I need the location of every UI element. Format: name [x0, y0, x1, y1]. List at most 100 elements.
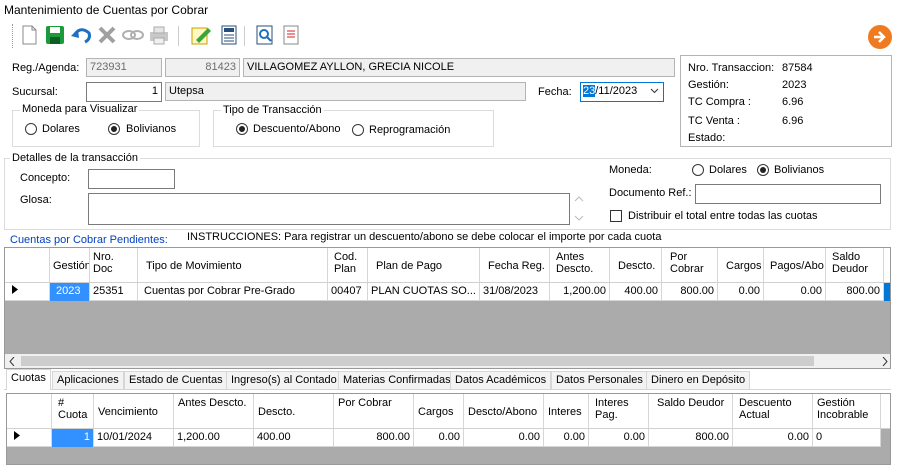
cell-descto[interactable]: 400.00 [254, 429, 334, 447]
dolares-label: Dolares [709, 164, 747, 176]
col-antes-descto[interactable]: Antes Descto. [550, 248, 610, 282]
cell-n-d[interactable] [884, 283, 890, 301]
distribuir-checkbox[interactable] [610, 210, 622, 222]
radio-descuento-abono[interactable] [236, 123, 248, 135]
cell-descuento-actual[interactable]: 0.00 [733, 429, 813, 447]
col-cargos[interactable]: Cargos [718, 248, 764, 282]
col-descto[interactable]: Descto. [254, 394, 334, 428]
col-por-cobrar[interactable]: Por Cobrar [662, 248, 718, 282]
tab-aplicaciones[interactable]: Aplicaciones [52, 371, 124, 389]
new-icon[interactable] [18, 24, 40, 46]
col-descuento-actual[interactable]: Descuento Actual [733, 394, 813, 428]
col-saldo-deudor[interactable]: Saldo Deudor [826, 248, 884, 282]
edit-icon[interactable] [190, 24, 212, 46]
col-plan-pago[interactable]: Plan de Pago [368, 248, 480, 282]
scroll-right-icon[interactable] [882, 357, 888, 366]
chevron-up-icon[interactable] [574, 195, 584, 203]
cell-descto-abono[interactable]: 0.00 [464, 429, 544, 447]
tab-datos-academicos[interactable]: Datos Académicos [450, 371, 552, 389]
toolbar-separator [244, 26, 245, 46]
cell-cargos[interactable]: 0.00 [718, 283, 764, 301]
tab-cuotas[interactable]: Cuotas [6, 369, 51, 390]
radio-bolivianos-visualizar[interactable] [108, 123, 120, 135]
cell-vencimiento[interactable]: 10/01/2024 [94, 429, 174, 447]
print-icon[interactable] [148, 24, 170, 46]
cell-tipo-movimiento[interactable]: Cuentas por Cobrar Pre-Grado [138, 283, 328, 301]
scroll-thumb[interactable] [21, 356, 814, 366]
col-antes-descto[interactable]: Antes Descto. [174, 394, 254, 428]
col-descto[interactable]: Descto. [610, 248, 662, 282]
col-gestion[interactable]: Gestión [50, 248, 90, 282]
cell-antes-descto[interactable]: 1,200.00 [174, 429, 254, 447]
detalles-title: Detalles de la transacción [10, 152, 140, 164]
radio-dolares-visualizar[interactable] [25, 123, 37, 135]
tab-estado-cuentas[interactable]: Estado de Cuentas [124, 371, 228, 389]
cell-fecha-reg[interactable]: 31/08/2023 [480, 283, 550, 301]
tab-datos-personales[interactable]: Datos Personales [551, 371, 648, 389]
col-tipo-movimiento[interactable]: Tipo de Movimiento [138, 248, 328, 282]
link-icon[interactable] [122, 24, 144, 46]
cell-interes[interactable]: 0.00 [544, 429, 589, 447]
cell-descto[interactable]: 400.00 [610, 283, 662, 301]
cell-por-cobrar[interactable]: 800.00 [334, 429, 414, 447]
col-saldo-deudor[interactable]: Saldo Deudor [649, 394, 733, 428]
sucursal-num-input[interactable]: 1 [86, 82, 162, 102]
col-cargos[interactable]: Cargos [414, 394, 464, 428]
table-row[interactable]: 2023 25351 Cuentas por Cobrar Pre-Grado … [5, 283, 890, 301]
cell-por-cobrar[interactable]: 800.00 [662, 283, 718, 301]
col-n-d[interactable]: N D [884, 248, 890, 282]
concepto-input[interactable] [88, 169, 175, 189]
col-nro-doc[interactable]: Nro. Doc [90, 248, 138, 282]
col-cuota[interactable]: # Cuota [52, 394, 94, 428]
cell-cod-plan[interactable]: 00407 [328, 283, 368, 301]
tc-compra-label: TC Compra : [688, 96, 751, 108]
tab-materias-confirmadas[interactable]: Materias Confirmadas [338, 371, 456, 389]
cell-nro-doc[interactable]: 25351 [90, 283, 138, 301]
cell-interes-pag[interactable]: 0.00 [589, 429, 649, 447]
radio-bolivianos[interactable] [757, 164, 769, 176]
preview-icon[interactable] [254, 24, 276, 46]
fecha-label: Fecha: [538, 86, 572, 98]
exit-icon[interactable] [868, 25, 892, 49]
cell-gestion-incobrable[interactable]: 0 [813, 429, 881, 447]
horizontal-scrollbar[interactable] [5, 354, 890, 368]
undo-icon[interactable] [70, 24, 92, 46]
calculator-icon[interactable] [218, 24, 240, 46]
cell-pagos-abonos[interactable]: 0.00 [764, 283, 826, 301]
glosa-textarea[interactable] [88, 193, 570, 225]
fecha-datepicker[interactable]: 23/11/2023 [580, 82, 664, 102]
save-icon[interactable] [44, 24, 66, 46]
col-vencimiento[interactable]: Vencimiento [94, 394, 174, 428]
cell-gestion[interactable]: 2023 [50, 283, 90, 301]
toolbar-grip [12, 24, 14, 48]
distribuir-label: Distribuir el total entre todas las cuot… [628, 210, 818, 222]
tab-ingresos-contado[interactable]: Ingreso(s) al Contado [226, 371, 342, 389]
report-icon[interactable] [280, 24, 302, 46]
delete-icon[interactable] [96, 24, 118, 46]
chevron-down-icon[interactable] [574, 214, 584, 222]
col-cod-plan[interactable]: Cod. Plan [328, 248, 368, 282]
reg-num-field: 81423 [165, 58, 240, 77]
col-interes[interactable]: Interes [544, 394, 589, 428]
col-por-cobrar[interactable]: Por Cobrar [334, 394, 414, 428]
glosa-scroll[interactable] [573, 193, 585, 225]
cell-cargos[interactable]: 0.00 [414, 429, 464, 447]
col-pagos-abonos[interactable]: Pagos/Abo [764, 248, 826, 282]
cell-plan-pago[interactable]: PLAN CUOTAS SO... [368, 283, 480, 301]
radio-dolares[interactable] [692, 164, 704, 176]
radio-reprogramacion[interactable] [352, 124, 364, 136]
scroll-left-icon[interactable] [9, 357, 15, 366]
row-header-corner [7, 394, 52, 428]
table-row[interactable]: 1 10/01/2024 1,200.00 400.00 800.00 0.00… [7, 429, 881, 447]
glosa-label: Glosa: [20, 194, 52, 206]
col-interes-pag[interactable]: Interes Pag. [589, 394, 649, 428]
col-descto-abono[interactable]: Descto/Abono [464, 394, 544, 428]
cell-cuota[interactable]: 1 [52, 429, 94, 447]
cell-saldo-deudor[interactable]: 800.00 [649, 429, 733, 447]
documento-ref-input[interactable] [695, 184, 881, 204]
cell-saldo-deudor[interactable]: 800.00 [826, 283, 884, 301]
tab-dinero-deposito[interactable]: Dinero en Depósito [646, 371, 751, 389]
cell-antes-descto[interactable]: 1,200.00 [550, 283, 610, 301]
col-gestion-incobrable[interactable]: Gestión Incobrable [813, 394, 881, 428]
col-fecha-reg[interactable]: Fecha Reg. [480, 248, 550, 282]
